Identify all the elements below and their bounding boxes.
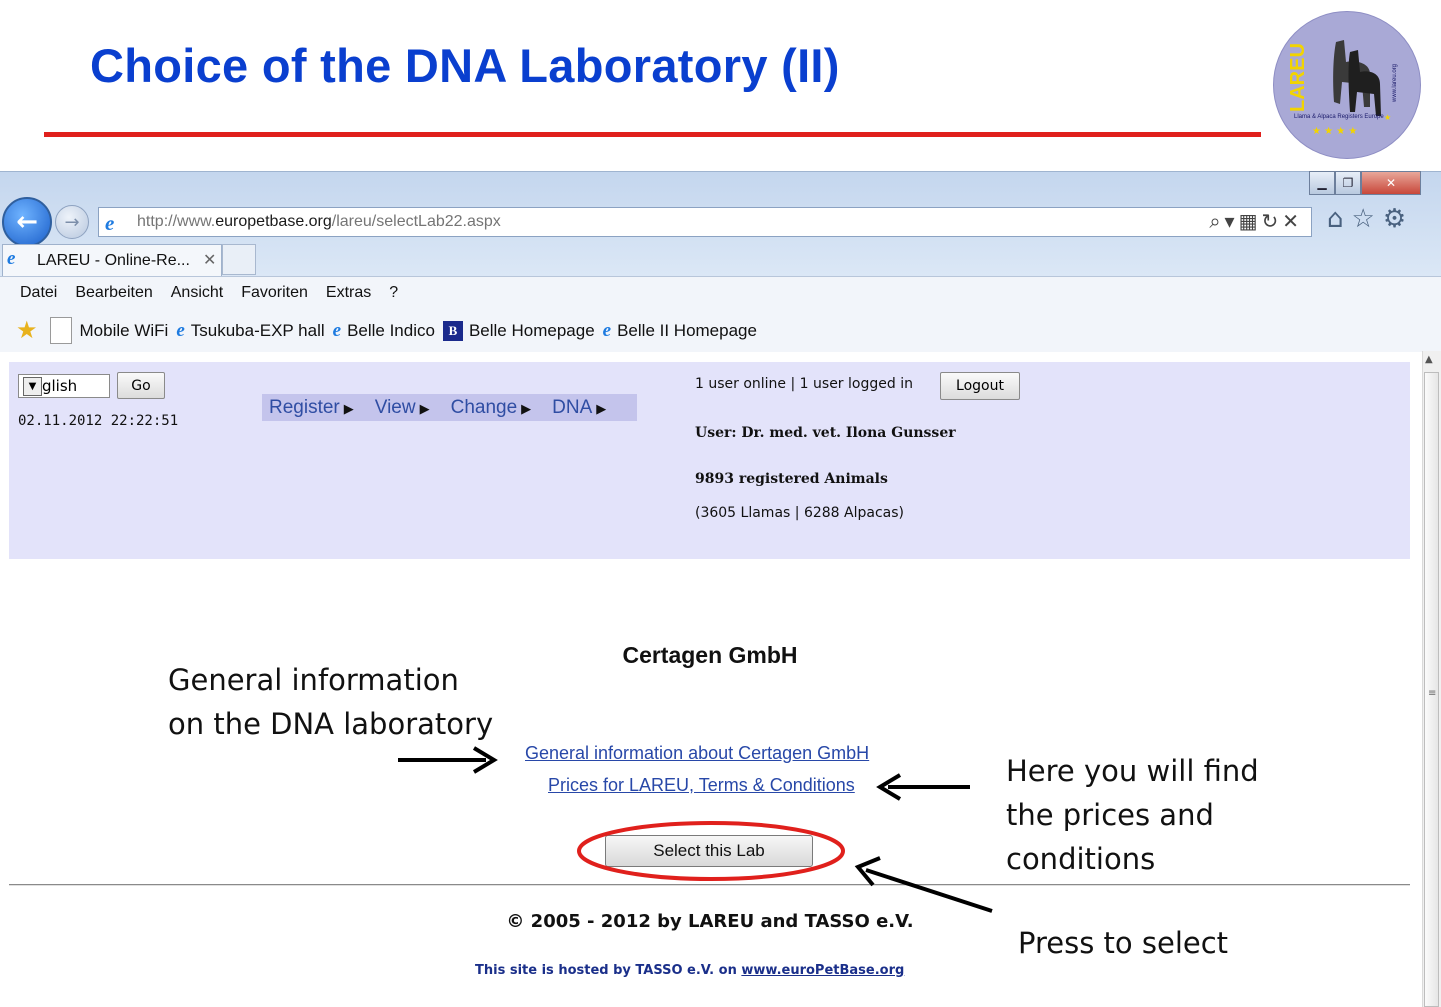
language-select[interactable]: English ▼ <box>18 374 110 398</box>
stop-icon[interactable]: ✕ <box>1282 209 1303 233</box>
compat-view-icon[interactable]: ▦ <box>1239 209 1262 233</box>
menu-bearbeiten[interactable]: Bearbeiten <box>75 284 152 302</box>
lareu-logo: LAREU Llama & Alpaca Registers Europe ww… <box>1273 11 1421 159</box>
menu-ansicht[interactable]: Ansicht <box>171 284 223 302</box>
window-controls: ▁ ❐ ✕ <box>1309 171 1421 195</box>
forward-arrow-icon[interactable]: → <box>55 205 89 239</box>
dropdown-icon[interactable]: ▾ <box>1225 209 1239 233</box>
favorites-star-icon[interactable]: ☆ <box>1352 204 1383 234</box>
home-icon[interactable]: ⌂ <box>1327 204 1352 234</box>
logo-url: www.lareu.org <box>1392 64 1398 103</box>
minimize-icon[interactable]: ▁ <box>1309 171 1335 195</box>
fav-mobile-wifi[interactable]: Mobile WiFi <box>49 317 168 344</box>
page-icon <box>49 317 72 344</box>
search-icon[interactable]: ⌕ <box>1209 209 1224 233</box>
ie-page-icon: e <box>105 211 115 235</box>
online-status: 1 user online | 1 user logged in <box>695 376 913 392</box>
menu-help[interactable]: ? <box>389 284 398 302</box>
fav-tsukuba[interactable]: e Tsukuba-EXP hall <box>176 320 324 342</box>
browser-right-icons: ⌂☆⚙ <box>1327 204 1414 234</box>
belle-icon: B <box>442 320 463 341</box>
nav-view[interactable]: View ▶ <box>375 397 430 419</box>
svg-text:★ ★ ★ ★: ★ ★ ★ ★ <box>1312 126 1357 137</box>
menu-favoriten[interactable]: Favoriten <box>241 284 308 302</box>
address-tools[interactable]: ⌕▾▦↻✕ <box>1209 209 1303 233</box>
favorites-add-star-icon[interactable]: ★ <box>16 316 38 345</box>
close-window-icon[interactable]: ✕ <box>1361 171 1421 195</box>
chevron-down-icon[interactable]: ▼ <box>23 377 42 396</box>
scroll-up-arrow-icon[interactable]: ▲ <box>1425 354 1433 365</box>
select-lab-button[interactable]: Select this Lab <box>605 835 813 867</box>
annotation-general-info: General information on the DNA laborator… <box>168 663 494 741</box>
menu-bar: Datei Bearbeiten Ansicht Favoriten Extra… <box>20 284 398 302</box>
tab-title: LAREU - Online-Re... <box>37 252 190 269</box>
arrow-to-general-info-icon <box>398 746 498 774</box>
general-info-link[interactable]: General information about Certagen GmbH <box>525 743 869 764</box>
tab-close-icon[interactable]: ✕ <box>203 250 216 269</box>
footer-divider <box>9 884 1410 886</box>
annotation-prices: Here you will find the prices and condit… <box>1006 754 1259 876</box>
restore-icon[interactable]: ❐ <box>1335 171 1361 195</box>
fav-belle2-homepage[interactable]: e Belle II Homepage <box>603 320 757 342</box>
logout-button[interactable]: Logout <box>940 372 1020 400</box>
nav-change[interactable]: Change ▶ <box>451 397 532 419</box>
fav-belle-homepage[interactable]: B Belle Homepage <box>442 320 595 341</box>
new-tab-button[interactable] <box>222 244 256 275</box>
address-bar[interactable]: e http://www.europetbase.org/lareu/selec… <box>98 207 1312 237</box>
logged-in-user: User: Dr. med. vet. Ilona Gunsser <box>695 425 956 441</box>
slide-title: Choice of the DNA Laboratory (II) <box>90 39 840 92</box>
fav-belle-indico[interactable]: e Belle Indico <box>333 320 435 342</box>
ie-icon: e <box>332 319 342 341</box>
scroll-grip-icon: ≡ <box>1428 688 1437 699</box>
ie-icon: e <box>602 319 612 341</box>
tab-ie-icon: e <box>7 248 16 269</box>
annotation-press-select: Press to select <box>1018 926 1229 960</box>
menu-extras[interactable]: Extras <box>326 284 371 302</box>
address-url[interactable]: http://www.europetbase.org/lareu/selectL… <box>137 213 501 231</box>
logo-text: LAREU <box>1287 43 1309 112</box>
browser-tab[interactable]: e LAREU - Online-Re... ✕ <box>2 244 222 276</box>
refresh-icon[interactable]: ↻ <box>1261 209 1282 233</box>
hosted-by: This site is hosted by TASSO e.V. on www… <box>475 963 905 978</box>
go-button[interactable]: Go <box>117 372 165 399</box>
europetbase-link[interactable]: www.euroPetBase.org <box>741 963 904 978</box>
site-nav: Register ▶ View ▶ Change ▶ DNA ▶ <box>262 394 637 421</box>
settings-gear-icon[interactable]: ⚙ <box>1383 204 1414 234</box>
favorites-bar: ★ Mobile WiFi e Tsukuba-EXP hall e Belle I… <box>16 316 765 345</box>
back-arrow-icon[interactable]: ← <box>2 197 52 247</box>
svg-text:★: ★ <box>1384 113 1391 122</box>
logo-subtitle: Llama & Alpaca Registers Europe <box>1294 114 1384 120</box>
nav-register[interactable]: Register ▶ <box>269 397 354 419</box>
nav-dna[interactable]: DNA ▶ <box>552 397 606 419</box>
prices-terms-link[interactable]: Prices for LAREU, Terms & Conditions <box>548 775 855 796</box>
registered-animals-count: 9893 registered Animals <box>695 471 888 487</box>
current-datetime: 02.11.2012 22:22:51 <box>18 413 179 429</box>
menu-datei[interactable]: Datei <box>20 284 57 302</box>
ie-icon: e <box>176 319 185 341</box>
animals-breakdown: (3605 Llamas | 6288 Alpacas) <box>695 505 904 521</box>
arrow-to-prices-icon <box>876 773 970 801</box>
title-underline-rule <box>44 132 1261 137</box>
